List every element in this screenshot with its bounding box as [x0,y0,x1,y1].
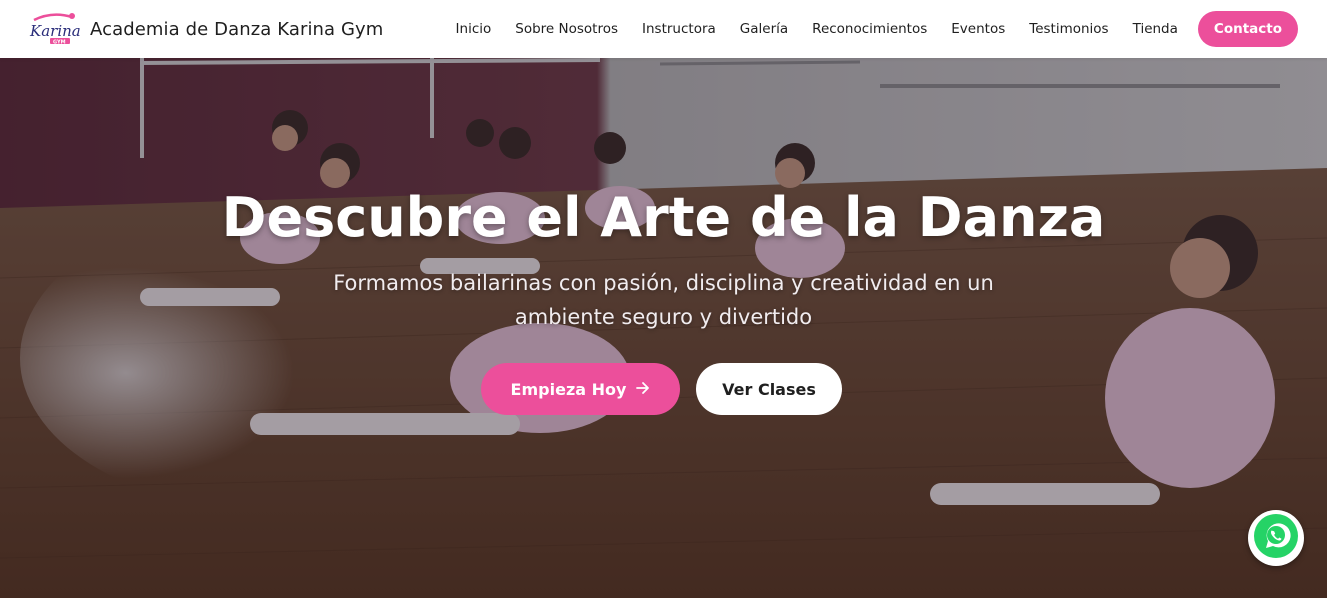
empieza-hoy-button[interactable]: Empieza Hoy [481,363,680,415]
hero-title: Descubre el Arte de la Danza [221,186,1106,249]
nav-eventos[interactable]: Eventos [951,21,1005,37]
whatsapp-icon [1252,512,1300,564]
nav-tienda[interactable]: Tienda [1133,21,1178,37]
whatsapp-button[interactable] [1248,510,1304,566]
nav-inicio[interactable]: Inicio [456,21,492,37]
brand-name[interactable]: Academia de Danza Karina Gym [90,19,383,40]
nav-testimonios[interactable]: Testimonios [1029,21,1108,37]
nav-reconocimientos[interactable]: Reconocimientos [812,21,927,37]
hero-subtitle: Formamos bailarinas con pasión, discipli… [333,271,994,329]
arrow-right-icon [636,380,650,399]
brand[interactable]: Karina GYM Academia de Danza Karina Gym [28,11,383,47]
empieza-hoy-label: Empieza Hoy [510,379,627,399]
ver-clases-button[interactable]: Ver Clases [696,363,842,415]
contact-button[interactable]: Contacto [1197,11,1298,47]
nav-sobre-nosotros[interactable]: Sobre Nosotros [515,21,618,37]
nav-galeria[interactable]: Galería [740,21,788,37]
hero-content: Descubre el Arte de la Danza Formamos ba… [0,58,1327,598]
site-header: Karina GYM Academia de Danza Karina Gym … [0,0,1327,58]
nav-instructora[interactable]: Instructora [642,21,716,37]
logo-text: Karina [29,22,80,40]
brand-logo[interactable]: Karina GYM [28,11,81,47]
logo-subtext: GYM [53,40,66,46]
main-nav: Inicio Sobre Nosotros Instructora Galerí… [432,0,1298,58]
hero-section: Descubre el Arte de la Danza Formamos ba… [0,58,1327,598]
